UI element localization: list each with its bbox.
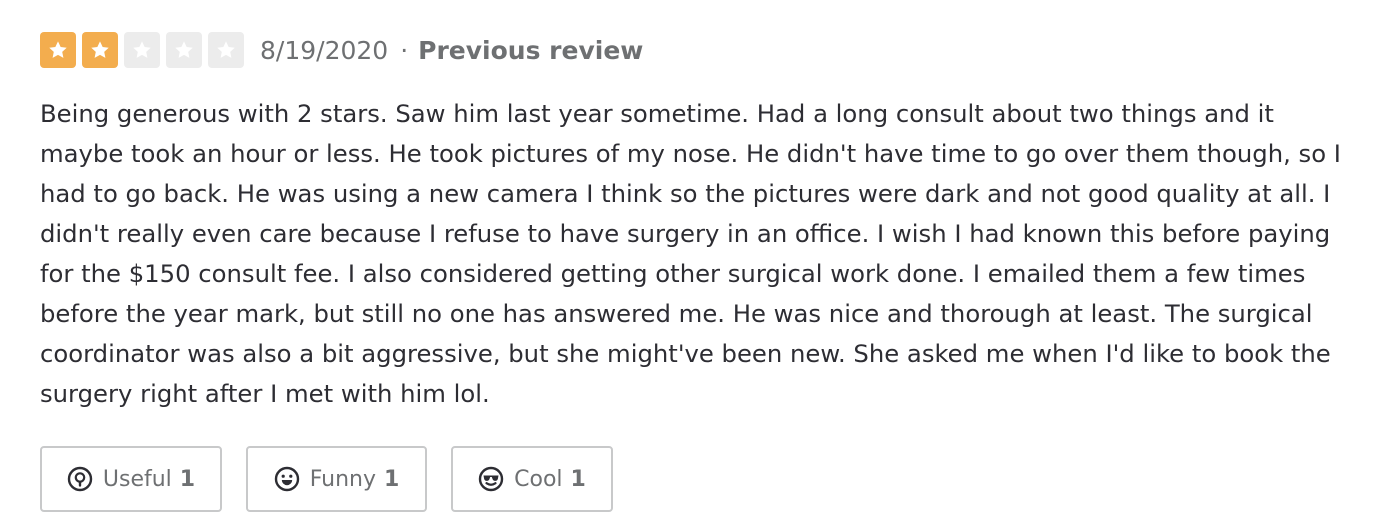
funny-count: 1: [384, 466, 400, 492]
funny-label: Funny: [309, 466, 376, 492]
review-card: 8/19/2020 · Previous review Being genero…: [0, 0, 1382, 532]
useful-count: 1: [179, 466, 196, 492]
star-icon: [133, 41, 151, 58]
star-empty: [166, 32, 202, 68]
lightbulb-icon: [67, 466, 93, 492]
star-filled: [40, 32, 76, 68]
star-icon: [91, 41, 109, 58]
cool-button[interactable]: Cool 1: [451, 446, 613, 512]
useful-label: Useful: [102, 466, 172, 492]
review-actions: Useful 1 Funny 1 Cool 1: [40, 446, 613, 512]
review-date: 8/19/2020: [260, 35, 389, 65]
review-text: Being generous with 2 stars. Saw him las…: [40, 99, 1341, 408]
header-separator: ·: [400, 35, 409, 65]
useful-button[interactable]: Useful 1: [40, 446, 222, 512]
star-icon: [175, 41, 193, 58]
review-header: 8/19/2020 · Previous review: [40, 30, 643, 70]
star-icon: [217, 41, 235, 58]
sunglasses-icon: [478, 466, 504, 492]
star-rating: [40, 32, 250, 68]
smiley-icon: [274, 466, 299, 492]
star-icon: [49, 41, 67, 58]
cool-label: Cool: [514, 466, 563, 492]
star-empty: [124, 32, 160, 68]
funny-button[interactable]: Funny 1: [246, 446, 427, 512]
previous-review-label: Previous review: [418, 35, 644, 65]
star-filled: [82, 32, 118, 68]
star-empty: [208, 32, 244, 68]
cool-count: 1: [570, 466, 586, 492]
